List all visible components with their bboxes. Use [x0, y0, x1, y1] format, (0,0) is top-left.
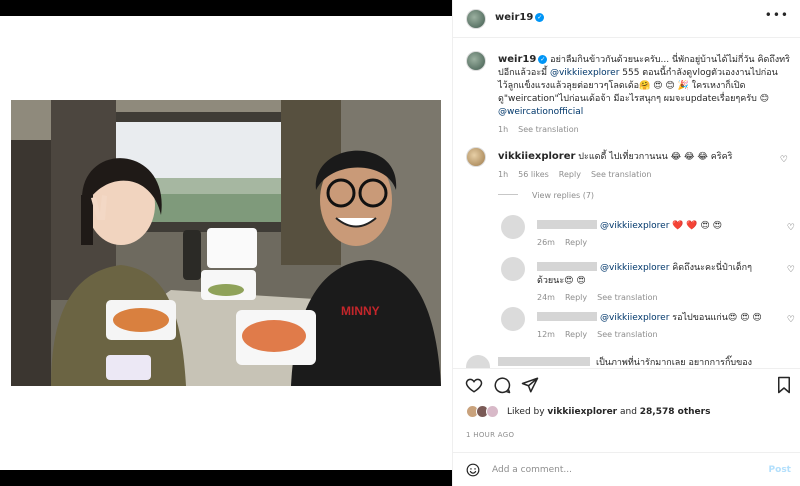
reply-avatar-redacted[interactable]	[501, 215, 525, 239]
reply-mention[interactable]: @vikkiiexplorer	[600, 263, 669, 273]
comment-body: ปะแดดี้ ไปเที่ยวกานนน 😂 😂 😂 คริคริ	[575, 152, 733, 162]
commenter-username-redacted[interactable]	[498, 357, 590, 366]
post-actions-bar	[453, 368, 800, 396]
train-photo-illustration: MINNY	[11, 100, 441, 386]
media-top-bar	[0, 0, 452, 16]
comment-item-partial: เป็นภาพที่น่ารักมากเลย อยากการกิ๊บของ	[466, 355, 796, 368]
reply-username-redacted[interactable]	[537, 312, 597, 321]
reply-meta: 24m Reply See translation	[537, 291, 762, 304]
comment-meta: 1h 56 likes Reply See translation	[498, 168, 768, 181]
reply-avatar-redacted[interactable]	[501, 307, 525, 331]
post-photo[interactable]: MINNY	[11, 100, 441, 386]
reply-text: @vikkiiexplorer รอไปขอนแก่น😍 😍 😍 12m Repl…	[537, 312, 762, 341]
reply-text: @vikkiiexplorer ❤️ ❤️ 😍 😍 26m Reply	[537, 220, 762, 249]
likes-text: Liked by vikkiiexplorer and 28,578 other…	[507, 407, 710, 417]
caption-mention-vikkiiexplorer[interactable]: @vikkiiexplorer	[550, 68, 619, 78]
comment-text: vikkiiexplorer ปะแดดี้ ไปเที่ยวกานนน 😂 😂…	[498, 150, 768, 181]
caption-time[interactable]: 1h	[498, 125, 508, 134]
post-comment-button[interactable]: Post	[769, 465, 791, 475]
commenter-username[interactable]: vikkiiexplorer	[498, 151, 575, 162]
post-timestamp[interactable]: 1 HOUR AGO	[466, 431, 514, 439]
reply-mention[interactable]: @vikkiiexplorer	[600, 313, 669, 323]
reply-text: @vikkiiexplorer คิดถึงนะคะนี่ป๋าเด็กๆ ด้…	[537, 262, 762, 304]
reply-time[interactable]: 26m	[537, 238, 555, 247]
comment-icon[interactable]	[493, 376, 511, 394]
caption-text: weir19 ✓ อย่าลืมกินข้าวกันด้วยนะครับ... น…	[498, 53, 790, 136]
author-avatar[interactable]	[466, 9, 486, 29]
post-side-panel: weir19 ✓ ••• weir19 ✓ อย่าลืมกินข้าวกันด้ว…	[452, 0, 800, 486]
comment-see-translation[interactable]: See translation	[591, 170, 651, 179]
reply-meta: 12m Reply See translation	[537, 328, 762, 341]
caption-username[interactable]: weir19	[498, 54, 536, 65]
reply-body: รอไปขอนแก่น😍 😍 😍	[669, 313, 762, 323]
reply-avatar-redacted[interactable]	[501, 257, 525, 281]
verified-badge-icon: ✓	[535, 13, 545, 22]
author-username-text[interactable]: weir19	[495, 12, 533, 23]
emoji-icon[interactable]	[466, 463, 480, 477]
reply-button[interactable]: Reply	[565, 238, 587, 247]
post-header: weir19 ✓ •••	[453, 0, 800, 38]
liker-avatar[interactable]	[486, 405, 499, 418]
likes-middle: and	[617, 407, 640, 417]
author-username[interactable]: weir19 ✓	[495, 12, 545, 23]
reply-see-translation[interactable]: See translation	[597, 330, 657, 339]
reply-like-heart-icon[interactable]: ♡	[787, 315, 795, 325]
view-replies-button[interactable]: View replies (7)	[498, 191, 594, 200]
replies-divider	[498, 194, 518, 195]
reply-body: ❤️ ❤️ 😍 😍	[669, 221, 723, 231]
reply-time[interactable]: 12m	[537, 330, 555, 339]
likes-prefix: Liked by	[507, 407, 548, 417]
commenter-avatar-redacted[interactable]	[466, 355, 490, 368]
partial-comment-text: เป็นภาพที่น่ารักมากเลย อยากการกิ๊บของ	[596, 358, 753, 368]
more-options-icon[interactable]: •••	[765, 8, 789, 22]
reply-button[interactable]: Reply	[565, 330, 587, 339]
likes-user[interactable]: vikkiiexplorer	[547, 407, 617, 417]
bookmark-icon[interactable]	[775, 376, 793, 394]
commenter-avatar[interactable]	[466, 147, 486, 167]
add-comment-bar: Add a comment... Post	[453, 452, 800, 486]
view-replies-label: View replies (7)	[532, 191, 595, 200]
comment-likes[interactable]: 56 likes	[518, 170, 549, 179]
comment-reply-button[interactable]: Reply	[559, 170, 581, 179]
likes-count[interactable]: 28,578 others	[640, 407, 711, 417]
reply-meta: 26m Reply	[537, 236, 762, 249]
caption-mention-weircationofficial[interactable]: @weircationofficial	[498, 107, 583, 117]
caption-see-translation[interactable]: See translation	[518, 125, 578, 134]
reply-like-heart-icon[interactable]: ♡	[787, 265, 795, 275]
caption-avatar[interactable]	[466, 51, 486, 71]
media-bottom-bar	[0, 470, 452, 486]
reply-see-translation[interactable]: See translation	[597, 293, 657, 302]
verified-badge-icon: ✓	[538, 55, 548, 64]
post-media[interactable]: MINNY	[0, 0, 452, 486]
heart-icon[interactable]	[465, 376, 483, 394]
reply-mention[interactable]: @vikkiiexplorer	[600, 221, 669, 231]
add-comment-input[interactable]: Add a comment...	[492, 465, 572, 475]
comments-list[interactable]: weir19 ✓ อย่าลืมกินข้าวกันด้วยนะครับ... น…	[453, 39, 800, 368]
caption-meta: 1h See translation	[498, 123, 790, 136]
share-icon[interactable]	[521, 376, 539, 394]
comment-time[interactable]: 1h	[498, 170, 508, 179]
reply-button[interactable]: Reply	[565, 293, 587, 302]
reply-like-heart-icon[interactable]: ♡	[787, 223, 795, 233]
reply-username-redacted[interactable]	[537, 220, 597, 229]
reply-time[interactable]: 24m	[537, 293, 555, 302]
comment-like-heart-icon[interactable]: ♡	[780, 155, 788, 165]
reply-username-redacted[interactable]	[537, 262, 597, 271]
svg-text:MINNY: MINNY	[341, 304, 380, 318]
